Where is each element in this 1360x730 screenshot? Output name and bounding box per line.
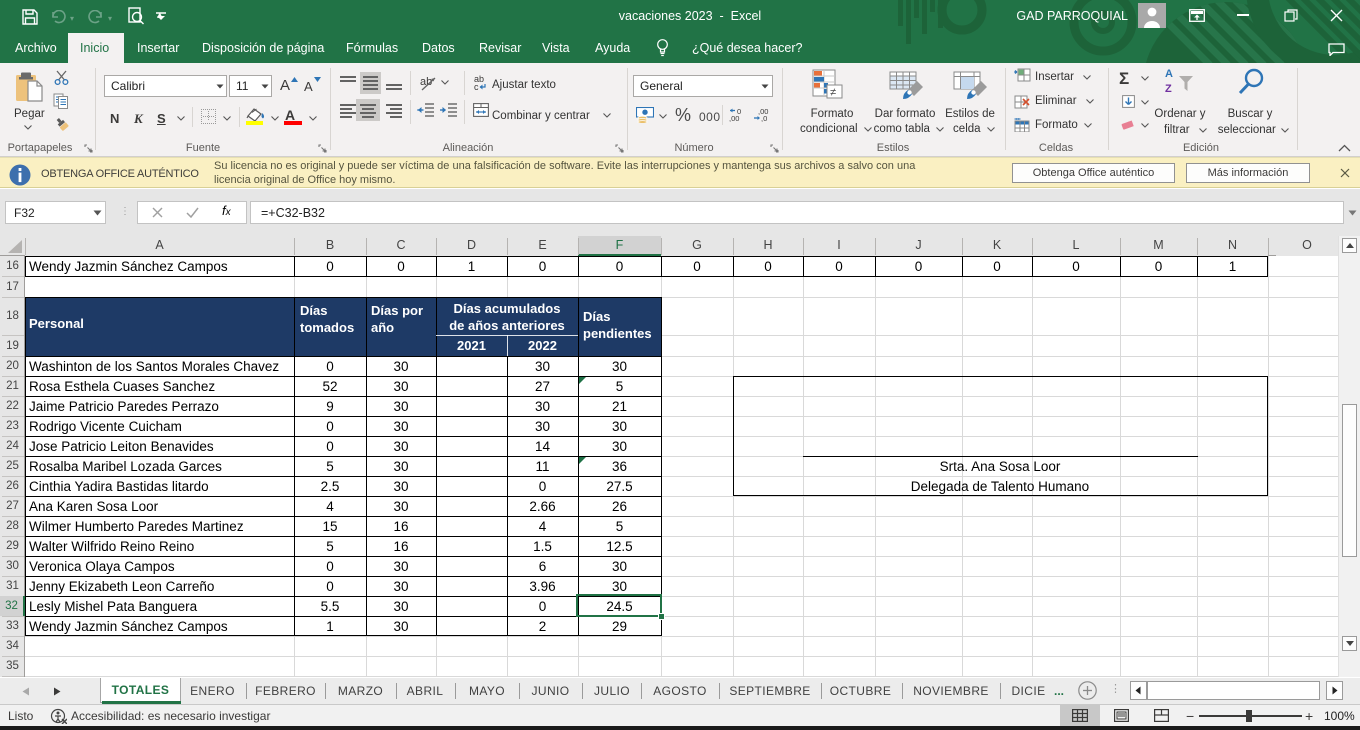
svg-text:,0: ,0 — [761, 114, 767, 122]
svg-text:c: c — [474, 82, 479, 91]
svg-text:,00: ,00 — [729, 114, 739, 122]
svg-text:≠: ≠ — [830, 87, 836, 99]
